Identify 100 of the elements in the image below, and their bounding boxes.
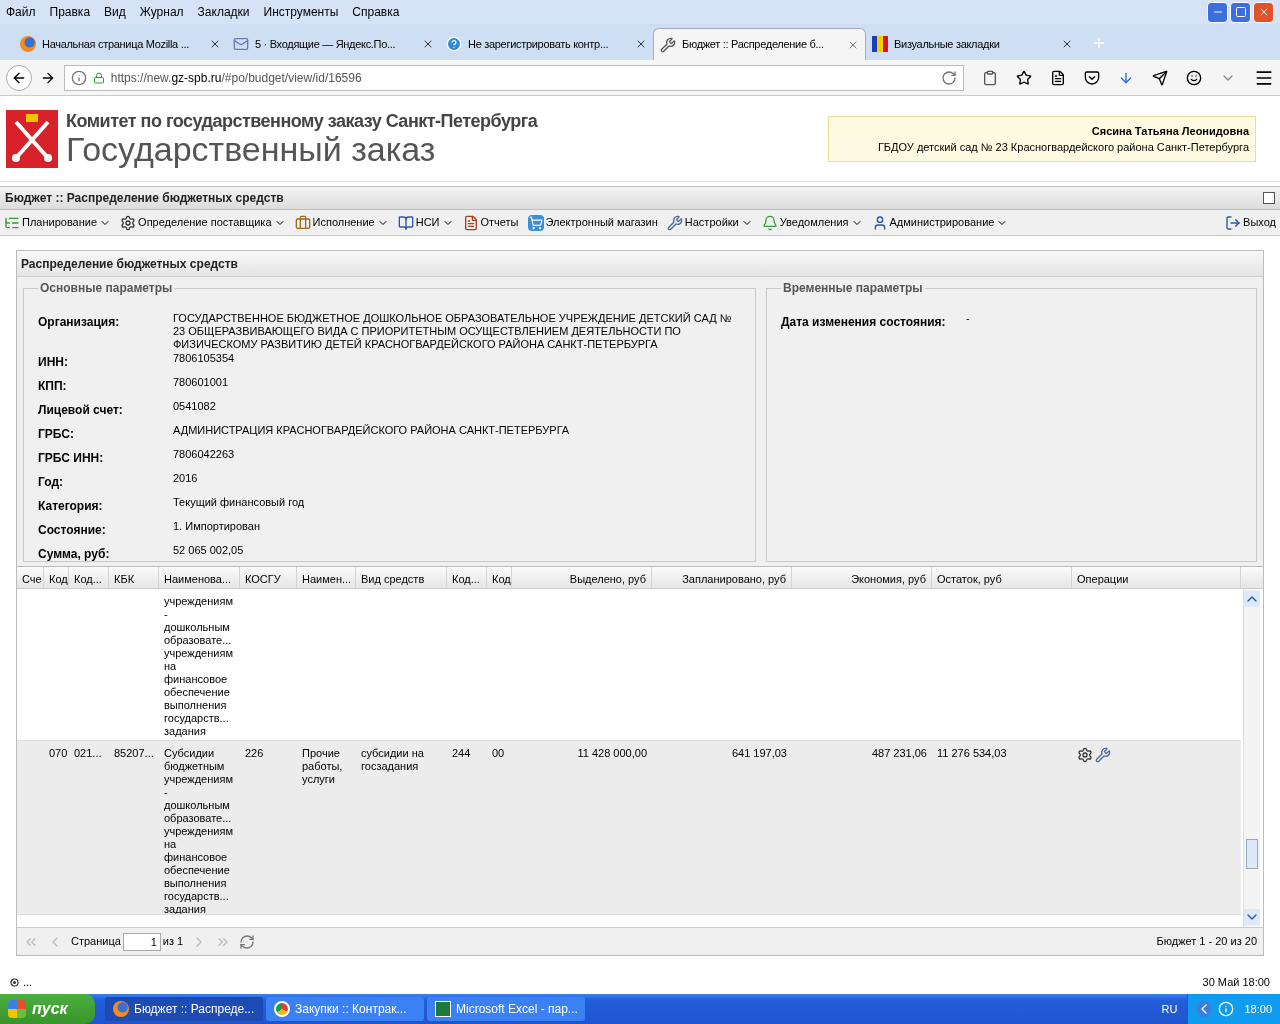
column-header[interactable]: КОСГУ	[240, 567, 297, 588]
table-cell-text: Прочие работы, услуги	[301, 747, 344, 787]
close-icon[interactable]	[209, 38, 221, 50]
close-button[interactable]	[1253, 1, 1274, 23]
wrench-icon	[660, 36, 676, 53]
toolbar-menu-button[interactable]: Администрирование	[871, 214, 1009, 231]
field-label: Состояние:	[38, 522, 107, 539]
column-header[interactable]: Наименова...	[159, 567, 240, 588]
logout-button[interactable]: Выход	[1225, 214, 1276, 231]
menu-item[interactable]: Журнал	[139, 3, 184, 21]
toolbar-menu-button[interactable]: Определение поставщика	[120, 214, 286, 231]
field-value: 7806105354	[173, 351, 235, 365]
briefcase-icon	[294, 214, 311, 231]
close-icon[interactable]	[635, 38, 647, 50]
back-button[interactable]	[6, 64, 32, 91]
language-indicator[interactable]: RU	[1161, 1000, 1178, 1018]
field-label: ГРБС ИНН:	[38, 450, 105, 467]
panel-title: Распределение бюджетных средств	[21, 255, 238, 273]
column-header[interactable]: Операции	[1072, 567, 1241, 588]
field-value: ГОСУДАРСТВЕННОЕ БЮДЖЕТНОЕ ДОШКОЛЬНОЕ ОБРАЗОВАТЕЛЬНОЕ УЧРЕЖДЕНИЕ ДЕТСКИЙ САД № 23 ОБЩЕРАЗВИВАЮЩЕГО ВИДА С ПРИОРИТЕТНЫМ ОСУЩЕСТВЛЕНИЕМ ДЕЯТЕЛЬНОСТИ ПО ФИЗИЧЕСКОМУ РАЗВИТИЮ ДЕТЕЙ КРАСНОГВАРДЕЙСКОГО РАЙОНА САНКТ-ПЕТЕРБУРГА	[173, 311, 733, 351]
table-cell-text: 85207...	[113, 747, 155, 761]
clipboard-icon[interactable]	[982, 69, 998, 86]
toolbar-menu-button[interactable]: Отчеты	[462, 214, 519, 231]
field-value: 1. Импортирован	[173, 519, 260, 533]
wrench-icon[interactable]	[1095, 747, 1111, 763]
toolbar-menu-button[interactable]: НСИ	[397, 214, 454, 231]
field-label: Организация:	[38, 314, 121, 331]
info-icon[interactable]	[70, 69, 87, 86]
column-header[interactable]: Вид средств	[356, 567, 447, 588]
scroll-down-icon[interactable]	[1244, 909, 1260, 925]
taskbar-button[interactable]: Закупки :: Контрак...	[266, 997, 424, 1021]
field-label: ИНН:	[38, 354, 69, 371]
menu-item[interactable]: Инструменты	[263, 3, 339, 21]
taskbar-button[interactable]: Бюджет :: Распреде...	[105, 997, 263, 1021]
scrollbar[interactable]	[1243, 589, 1260, 927]
column-header[interactable]: Остаток, руб	[932, 567, 1072, 588]
reload-icon[interactable]	[941, 69, 957, 86]
pocket-icon[interactable]	[1084, 69, 1100, 86]
document-icon	[462, 214, 479, 231]
url-text: https://new.gz-spb.ru/#po/budget/view/id/16596	[110, 69, 362, 87]
column-header[interactable]: Код...	[447, 567, 487, 588]
browser-tab[interactable]: Начальная страница Mozilla ...	[14, 28, 227, 60]
column-header[interactable]: Выделено, руб	[512, 567, 652, 588]
column-header[interactable]: Код	[487, 567, 512, 588]
toolbar-menu-button[interactable]: Электронный магазин	[527, 214, 658, 231]
menu-item[interactable]: Справка	[352, 3, 400, 21]
field-label: Категория:	[38, 498, 104, 515]
help-icon	[446, 36, 462, 52]
field-label: Дата изменения состояния:	[781, 314, 947, 331]
restore-button[interactable]	[1230, 1, 1251, 23]
taskbar-button[interactable]: Microsoft Excel - пар...	[427, 997, 585, 1021]
bookmark-star-icon[interactable]	[1016, 69, 1032, 86]
envelope-icon	[233, 36, 249, 52]
address-field[interactable]: https://new.gz-spb.ru/#po/budget/view/id/16596	[63, 64, 964, 91]
menu-item[interactable]: Файл	[6, 3, 36, 21]
close-icon[interactable]	[1061, 38, 1073, 50]
coat-of-arms-logo	[6, 109, 58, 168]
send-icon[interactable]	[1152, 69, 1168, 86]
table-cell-text: учреждениям - дошкольным образовате... учреждениям на финансовое обеспечение выполнения государств... задания	[163, 595, 234, 739]
column-header[interactable]: Сче	[17, 567, 44, 588]
gear-icon[interactable]	[1077, 747, 1093, 763]
column-header[interactable]: Наимен...	[297, 567, 356, 588]
table-cell-text: 11 276 534,03	[936, 747, 1008, 761]
toolbar-menu-button[interactable]: Исполнение	[294, 214, 389, 231]
toolbar-menu-button[interactable]: Планирование	[4, 214, 112, 231]
expand-tray-icon[interactable]	[1196, 1001, 1213, 1017]
page-count: из 1	[162, 934, 184, 950]
menu-item[interactable]: Закладки	[197, 3, 250, 21]
column-header[interactable]: Код	[44, 567, 69, 588]
lock-icon	[92, 71, 105, 84]
field-label: Год:	[38, 474, 64, 491]
browser-tab[interactable]: Визуальные закладки	[866, 28, 1079, 60]
restore-icon	[1234, 6, 1247, 18]
page-field[interactable]: 1	[122, 932, 161, 951]
collapse-button[interactable]	[1263, 192, 1275, 204]
table-cell-text: 021...	[73, 747, 103, 761]
app-title: Бюджет :: Распределение бюджетных средств	[5, 190, 284, 207]
toolbar-menu-button[interactable]: Настройки	[666, 214, 753, 231]
browser-icon	[274, 1001, 290, 1017]
windows-logo-icon	[8, 1000, 26, 1018]
browser-tab[interactable]: Бюджет :: Распределение б...	[653, 28, 866, 60]
menu-item[interactable]: Правка	[49, 3, 91, 21]
browser-tab[interactable]: Не зарегистрировать контр...	[440, 28, 653, 60]
scrollbar-thumb[interactable]	[1246, 839, 1258, 869]
column-header[interactable]: Экономия, руб	[792, 567, 932, 588]
column-header[interactable]: КБК	[109, 567, 159, 588]
gear-icon	[120, 214, 137, 231]
column-header[interactable]: Код...	[69, 567, 109, 588]
scroll-up-icon[interactable]	[1244, 591, 1260, 607]
refresh-icon[interactable]	[239, 933, 256, 950]
cart-icon	[527, 214, 544, 231]
smiley-icon[interactable]	[1186, 69, 1202, 86]
reading-list-icon[interactable]	[1050, 69, 1066, 86]
toolbar-menu-button[interactable]: Уведомления	[761, 214, 863, 231]
table-cell-text: 244	[451, 747, 472, 761]
column-header[interactable]: Запланировано, руб	[652, 567, 792, 588]
menu-item[interactable]: Вид	[104, 3, 126, 21]
browser-tab[interactable]: 5 · Входящие — Яндекс.По...	[227, 28, 440, 60]
minimize-button[interactable]	[1207, 1, 1228, 23]
close-icon[interactable]	[422, 38, 434, 50]
